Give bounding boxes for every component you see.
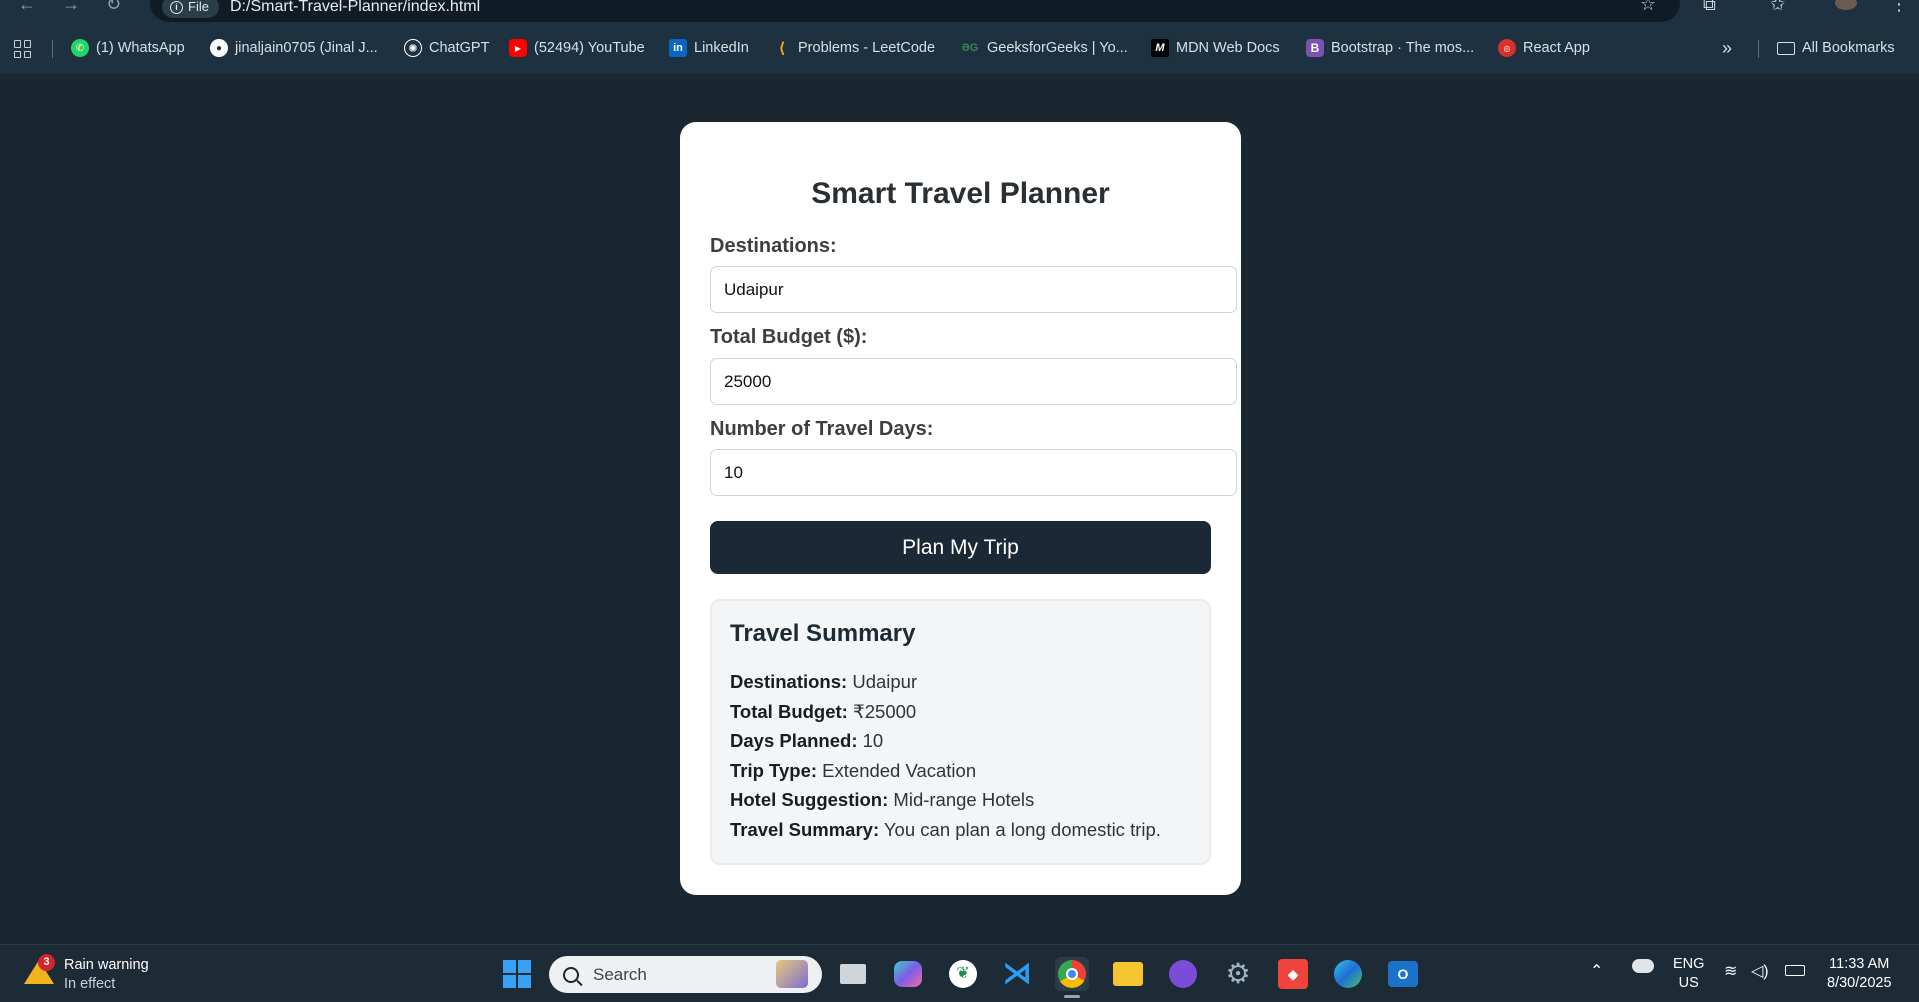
task-view-icon[interactable] — [836, 957, 870, 991]
page-title: Smart Travel Planner — [811, 177, 1110, 210]
forward-arrow-icon[interactable]: → — [62, 0, 80, 15]
plan-trip-button[interactable]: Plan My Trip — [710, 521, 1211, 574]
url-text[interactable]: D:/Smart-Travel-Planner/index.html — [230, 0, 480, 18]
system-clock[interactable]: 11:33 AM 8/30/2025 — [1827, 955, 1892, 993]
linkedin-icon: in — [669, 39, 687, 57]
all-bookmarks-button[interactable]: All Bookmarks — [1777, 34, 1895, 62]
reading-list-icon[interactable]: ✩ — [1770, 0, 1785, 15]
days-label: Number of Travel Days: — [710, 418, 934, 440]
chrome-icon[interactable] — [1055, 957, 1089, 998]
search-highlight-image — [776, 960, 808, 988]
budget-label: Total Budget ($): — [710, 326, 868, 348]
bookmark-geeksforgeeks[interactable]: ƏG GeeksforGeeks | Yo... — [960, 34, 1128, 62]
tray-overflow-chevron-icon[interactable]: ⌃ — [1590, 961, 1603, 981]
bookmarks-overflow-chevron-icon[interactable]: » — [1722, 34, 1732, 62]
mdn-icon: M — [1151, 39, 1169, 57]
days-input[interactable] — [710, 449, 1237, 496]
search-placeholder: Search — [593, 964, 647, 984]
weather-title: Rain warning — [64, 957, 149, 973]
clock-time: 11:33 AM — [1829, 956, 1890, 972]
address-bar[interactable]: i File D:/Smart-Travel-Planner/index.htm… — [150, 0, 1680, 22]
folder-icon — [1777, 41, 1795, 55]
bookmark-whatsapp[interactable]: ✆ (1) WhatsApp — [71, 34, 185, 62]
leetcode-icon: ⟨ — [778, 40, 786, 57]
bookmarks-bar: ✆ (1) WhatsApp ● jinaljain0705 (Jinal J.… — [0, 34, 1919, 62]
youtube-icon: ▶ — [509, 39, 527, 57]
wifi-icon[interactable]: ≋ — [1724, 961, 1737, 981]
onedrive-cloud-icon[interactable] — [1632, 959, 1654, 973]
chatgpt-icon: ✺ — [404, 39, 422, 57]
geeksforgeeks-icon: ƏG — [961, 42, 979, 54]
bookmark-react-app[interactable]: ◎ React App — [1498, 34, 1590, 62]
site-info-label: File — [188, 0, 209, 14]
mongodb-compass-icon[interactable]: ❦ — [946, 957, 980, 991]
extensions-icon[interactable]: ⧉ — [1703, 0, 1716, 15]
profile-avatar[interactable] — [1835, 0, 1857, 10]
volume-icon[interactable]: ◁) — [1751, 961, 1769, 981]
menu-kebab-icon[interactable]: ⋮ — [1890, 0, 1908, 15]
edge-icon[interactable] — [1331, 957, 1365, 991]
back-arrow-icon[interactable]: ← — [18, 0, 36, 15]
copilot-icon[interactable] — [891, 957, 925, 991]
bookmark-separator-right — [1758, 40, 1759, 58]
taskbar-search[interactable]: Search — [549, 956, 822, 993]
summary-title: Travel Summary — [730, 620, 916, 647]
battery-icon[interactable] — [1785, 965, 1805, 976]
planner-card: Smart Travel Planner Destinations: Total… — [680, 122, 1241, 895]
windows-taskbar: 3 Rain warning In effect Search ❦ ⋊ ⚙ ◆ … — [0, 944, 1919, 1002]
weather-subtitle: In effect — [64, 976, 116, 992]
summary-row-hotel: Hotel Suggestion: Mid-range Hotels — [730, 789, 1035, 811]
clock-date: 8/30/2025 — [1827, 975, 1892, 991]
github-desktop-icon[interactable] — [1166, 957, 1200, 991]
site-info-chip[interactable]: i File — [162, 0, 219, 18]
whatsapp-icon: ✆ — [71, 39, 89, 57]
summary-row-travel-summary: Travel Summary: You can plan a long dome… — [730, 818, 1161, 840]
search-icon — [563, 966, 579, 983]
info-icon: i — [170, 0, 183, 14]
language-indicator[interactable]: ENG US — [1673, 955, 1704, 993]
reload-icon[interactable]: ↻ — [106, 0, 121, 15]
bookmark-github[interactable]: ● jinaljain0705 (Jinal J... — [210, 34, 378, 62]
react-icon: ◎ — [1498, 39, 1516, 57]
address-row: ← → ↻ i File D:/Smart-Travel-Planner/ind… — [0, 0, 1919, 22]
weather-warning-icon: 3 — [24, 954, 55, 984]
bookmark-chatgpt[interactable]: ✺ ChatGPT — [404, 34, 489, 62]
weather-alert-badge: 3 — [38, 954, 55, 971]
summary-row-destinations: Destinations: Udaipur — [730, 671, 918, 692]
file-explorer-icon[interactable] — [1111, 957, 1145, 991]
anydesk-icon[interactable]: ◆ — [1276, 957, 1310, 991]
settings-gear-icon[interactable]: ⚙ — [1221, 957, 1255, 991]
vscode-icon[interactable]: ⋊ — [1000, 957, 1034, 991]
github-icon: ● — [210, 39, 228, 57]
summary-row-budget: Total Budget: ₹25000 — [730, 700, 917, 722]
bookmark-youtube[interactable]: ▶ (52494) YouTube — [509, 34, 645, 62]
budget-input[interactable] — [710, 358, 1237, 405]
travel-summary-panel: Travel Summary Destinations: Udaipur Tot… — [710, 599, 1211, 865]
bookmark-mdn[interactable]: M MDN Web Docs — [1151, 34, 1280, 62]
browser-chrome: ← → ↻ i File D:/Smart-Travel-Planner/ind… — [0, 0, 1919, 74]
outlook-icon[interactable]: O — [1386, 957, 1420, 991]
bookmark-bootstrap[interactable]: B Bootstrap · The mos... — [1306, 34, 1474, 62]
bookmark-leetcode[interactable]: ⟨ Problems - LeetCode — [773, 34, 935, 62]
windows-start-icon[interactable] — [500, 957, 534, 991]
summary-list: Destinations: Udaipur Total Budget: ₹250… — [730, 667, 1161, 845]
destinations-label: Destinations: — [710, 235, 837, 257]
bootstrap-icon: B — [1306, 39, 1324, 57]
summary-row-trip-type: Trip Type: Extended Vacation — [730, 759, 977, 781]
bookmark-linkedin[interactable]: in LinkedIn — [669, 34, 749, 62]
star-bookmark-icon[interactable]: ☆ — [1640, 0, 1656, 15]
summary-row-days: Days Planned: 10 — [730, 730, 884, 752]
destinations-input[interactable] — [710, 266, 1237, 313]
weather-widget[interactable]: 3 Rain warning In effect — [24, 954, 149, 994]
